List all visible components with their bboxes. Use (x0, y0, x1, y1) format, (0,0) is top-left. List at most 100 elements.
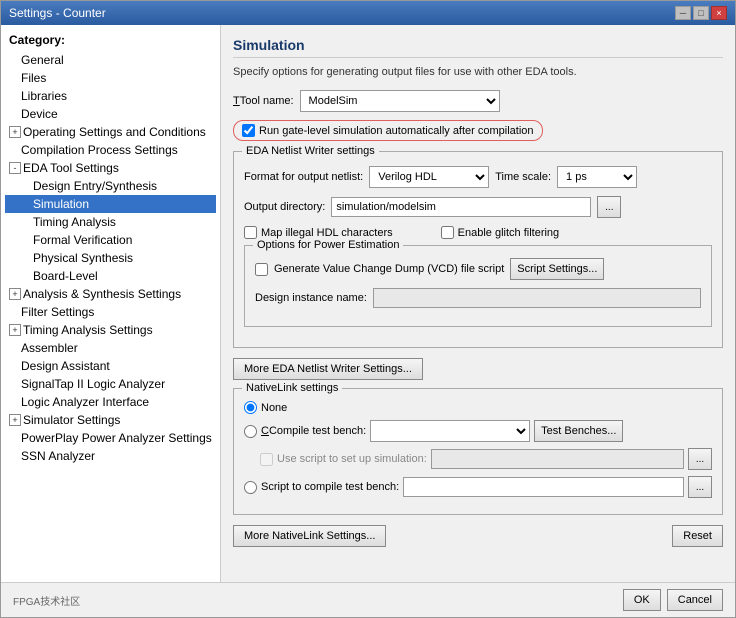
close-button[interactable]: × (711, 6, 727, 20)
map-illegal-label: Map illegal HDL characters (261, 227, 393, 239)
operating-label: Operating Settings and Conditions (23, 125, 206, 139)
sidebar-item-signaltap[interactable]: SignalTap II Logic Analyzer (5, 375, 216, 393)
use-script-checkbox[interactable] (260, 453, 273, 466)
physical-synthesis-label: Physical Synthesis (33, 251, 133, 265)
sidebar-item-physical-synthesis[interactable]: Physical Synthesis (5, 249, 216, 267)
script-compile-row: Script to compile test bench: ... (244, 476, 712, 498)
sidebar-item-design-assistant[interactable]: Design Assistant (5, 357, 216, 375)
format-label: Format for output netlist: (244, 171, 363, 183)
settings-window: Settings - Counter ─ □ × Category: Gener… (0, 0, 736, 618)
formal-verification-label: Formal Verification (33, 233, 132, 247)
ok-button[interactable]: OK (623, 589, 661, 611)
simulator-expander[interactable]: + (9, 414, 21, 426)
tool-name-row: TTool name: ModelSim (233, 90, 723, 112)
output-dir-row: Output directory: ... (244, 196, 712, 218)
eda-expander[interactable]: - (9, 162, 21, 174)
logic-analyzer-label: Logic Analyzer Interface (21, 395, 149, 409)
board-level-label: Board-Level (33, 269, 98, 283)
sidebar-item-design-entry[interactable]: Design Entry/Synthesis (5, 177, 216, 195)
sidebar-item-operating[interactable]: + Operating Settings and Conditions (5, 123, 216, 141)
timing-settings-expander[interactable]: + (9, 324, 21, 336)
simulator-settings-label: Simulator Settings (23, 413, 120, 427)
maximize-button[interactable]: □ (693, 6, 709, 20)
power-estimation-title: Options for Power Estimation (253, 239, 403, 251)
generate-vcd-checkbox[interactable] (255, 263, 268, 276)
assembler-label: Assembler (21, 341, 78, 355)
use-script-browse-button[interactable]: ... (688, 448, 712, 470)
sidebar-item-powerplay[interactable]: PowerPlay Power Analyzer Settings (5, 429, 216, 447)
script-compile-radio[interactable] (244, 481, 257, 494)
more-eda-button[interactable]: More EDA Netlist Writer Settings... (233, 358, 423, 380)
category-tree: Category: General Files Libraries Device… (1, 25, 221, 582)
filter-label: Filter Settings (21, 305, 94, 319)
sidebar-item-compilation[interactable]: Compilation Process Settings (5, 141, 216, 159)
script-compile-input[interactable] (403, 477, 684, 497)
enable-glitch-checkbox[interactable] (441, 226, 454, 239)
sidebar-item-simulation[interactable]: Simulation (5, 195, 216, 213)
sidebar-item-timing-analysis[interactable]: Timing Analysis (5, 213, 216, 231)
category-label: Category: (5, 33, 216, 47)
none-label: None (261, 402, 287, 414)
window-title: Settings - Counter (9, 6, 106, 20)
sidebar-item-logic-analyzer[interactable]: Logic Analyzer Interface (5, 393, 216, 411)
analysis-synthesis-label: Analysis & Synthesis Settings (23, 287, 181, 301)
eda-netlist-title: EDA Netlist Writer settings (242, 145, 379, 157)
sidebar-item-files[interactable]: Files (5, 69, 216, 87)
sidebar-item-analysis-synthesis[interactable]: + Analysis & Synthesis Settings (5, 285, 216, 303)
map-illegal-checkbox[interactable] (244, 226, 257, 239)
script-compile-browse-button[interactable]: ... (688, 476, 712, 498)
tool-name-select[interactable]: ModelSim (300, 90, 500, 112)
sidebar-item-filter[interactable]: Filter Settings (5, 303, 216, 321)
timing-analysis-settings-label: Timing Analysis Settings (23, 323, 153, 337)
sidebar-item-general[interactable]: General (5, 51, 216, 69)
reset-button[interactable]: Reset (672, 525, 723, 547)
output-dir-label: Output directory: (244, 201, 325, 213)
eda-tool-label: EDA Tool Settings (23, 161, 119, 175)
sidebar-item-board-level[interactable]: Board-Level (5, 267, 216, 285)
script-settings-button[interactable]: Script Settings... (510, 258, 604, 280)
sidebar-item-eda-tool[interactable]: - EDA Tool Settings (5, 159, 216, 177)
map-illegal-row: Map illegal HDL characters Enable glitch… (244, 226, 712, 239)
tool-name-label: TTool name: (233, 95, 294, 107)
enable-glitch-label: Enable glitch filtering (458, 227, 560, 239)
timescale-select[interactable]: 1 ps (557, 166, 637, 188)
script-compile-label: Script to compile test bench: (261, 481, 399, 493)
run-gate-level-row: Run gate-level simulation automatically … (233, 120, 543, 141)
more-nativelink-button[interactable]: More NativeLink Settings... (233, 525, 386, 547)
sidebar-item-ssn[interactable]: SSN Analyzer (5, 447, 216, 465)
libraries-label: Libraries (21, 89, 67, 103)
cancel-button[interactable]: Cancel (667, 589, 723, 611)
compile-bench-radio[interactable] (244, 425, 257, 438)
ssn-label: SSN Analyzer (21, 449, 95, 463)
none-radio[interactable] (244, 401, 257, 414)
main-content: Category: General Files Libraries Device… (1, 25, 735, 582)
design-instance-input[interactable] (373, 288, 701, 308)
sidebar-item-assembler[interactable]: Assembler (5, 339, 216, 357)
output-dir-browse-button[interactable]: ... (597, 196, 621, 218)
compile-bench-select[interactable] (370, 420, 530, 442)
nativelink-title: NativeLink settings (242, 382, 342, 394)
use-script-input[interactable] (431, 449, 684, 469)
minimize-button[interactable]: ─ (675, 6, 691, 20)
device-label: Device (21, 107, 58, 121)
use-script-label: Use script to set up simulation: (277, 453, 427, 465)
test-benches-button[interactable]: Test Benches... (534, 420, 623, 442)
sidebar-item-formal-verification[interactable]: Formal Verification (5, 231, 216, 249)
sidebar-item-libraries[interactable]: Libraries (5, 87, 216, 105)
output-dir-input[interactable] (331, 197, 591, 217)
timescale-label: Time scale: (495, 171, 551, 183)
none-row: None (244, 401, 712, 414)
title-bar: Settings - Counter ─ □ × (1, 1, 735, 25)
compile-bench-label: CCompile test bench: (261, 425, 366, 437)
generate-vcd-row: Generate Value Change Dump (VCD) file sc… (255, 258, 701, 280)
sidebar-item-timing-analysis-settings[interactable]: + Timing Analysis Settings (5, 321, 216, 339)
generate-vcd-label: Generate Value Change Dump (VCD) file sc… (274, 263, 504, 275)
compilation-label: Compilation Process Settings (21, 143, 178, 157)
description-text: Specify options for generating output fi… (233, 66, 723, 78)
run-gate-checkbox[interactable] (242, 124, 255, 137)
sidebar-item-simulator[interactable]: + Simulator Settings (5, 411, 216, 429)
sidebar-item-device[interactable]: Device (5, 105, 216, 123)
format-select[interactable]: Verilog HDL (369, 166, 489, 188)
operating-expander[interactable]: + (9, 126, 21, 138)
analysis-expander[interactable]: + (9, 288, 21, 300)
